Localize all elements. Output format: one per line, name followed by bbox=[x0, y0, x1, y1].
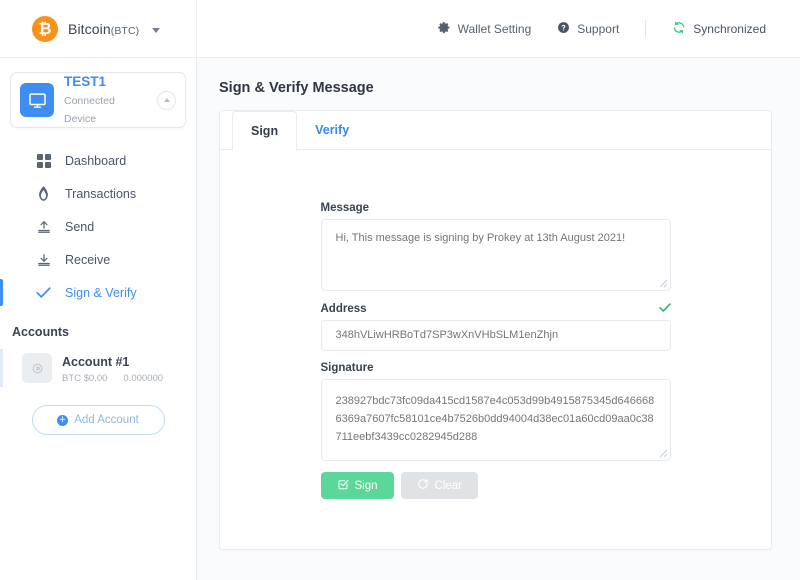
signature-label: Signature bbox=[320, 362, 374, 374]
brand-selector[interactable]: ₿ Bitcoin(BTC) bbox=[0, 0, 196, 58]
account-balance: BTC $0.00 0.000000 bbox=[62, 373, 163, 384]
brand-label: Bitcoin(BTC) bbox=[68, 21, 139, 37]
gear-icon bbox=[437, 21, 451, 37]
sidebar-item-transactions[interactable]: Transactions bbox=[0, 177, 196, 210]
add-account-button[interactable]: + Add Account bbox=[31, 405, 165, 435]
flame-icon bbox=[36, 186, 51, 201]
sidebar-item-sign-verify[interactable]: Sign & Verify bbox=[0, 276, 196, 309]
sync-status[interactable]: Synchronized bbox=[672, 21, 766, 37]
support-button[interactable]: Support bbox=[557, 21, 619, 37]
message-input-wrap bbox=[320, 219, 671, 291]
message-label: Message bbox=[320, 202, 370, 214]
plus-icon: + bbox=[57, 414, 69, 426]
address-label-row: Address bbox=[321, 302, 671, 315]
page-title: Sign & Verify Message bbox=[219, 80, 374, 96]
chevron-down-icon[interactable] bbox=[152, 27, 161, 33]
brand-coin-ticker: (BTC) bbox=[110, 24, 140, 37]
message-label-row: Message bbox=[321, 202, 671, 214]
tab-sign[interactable]: Sign bbox=[232, 111, 298, 151]
upload-icon bbox=[36, 220, 51, 234]
help-circle-icon bbox=[557, 21, 570, 37]
signature-field-group: Signature bbox=[320, 362, 671, 461]
sidebar-item-label: Sign & Verify bbox=[65, 285, 137, 300]
content-area: Sign & Verify Message Sign Verify Messag… bbox=[197, 58, 800, 580]
signature-input[interactable] bbox=[320, 379, 671, 461]
account-list-item[interactable]: Account #1 BTC $0.00 0.000000 bbox=[0, 349, 196, 387]
sync-status-label: Synchronized bbox=[693, 21, 766, 36]
account-avatar-icon bbox=[22, 353, 52, 383]
form-actions: Sign Clear bbox=[320, 472, 671, 499]
sidebar-item-receive[interactable]: Receive bbox=[0, 243, 196, 276]
topbar-divider bbox=[645, 20, 647, 37]
connected-device-card[interactable]: TEST1 Connected Device bbox=[10, 72, 186, 128]
accounts-heading: Accounts bbox=[12, 325, 69, 339]
sidebar-item-label: Transactions bbox=[65, 186, 137, 201]
monitor-icon bbox=[20, 83, 54, 117]
device-status: Connected Device bbox=[64, 95, 115, 125]
message-field-group: Message bbox=[320, 202, 671, 291]
tab-bar: Sign Verify bbox=[220, 111, 771, 151]
sidebar-nav: Dashboard Transactions Send Receive Sign… bbox=[0, 144, 196, 309]
sidebar-item-dashboard[interactable]: Dashboard bbox=[0, 144, 196, 177]
grid-icon bbox=[36, 153, 51, 168]
account-name: Account #1 bbox=[62, 354, 130, 369]
topbar: Wallet Setting Support Synchronized bbox=[197, 0, 800, 58]
main-area: Wallet Setting Support Synchronized Sign… bbox=[197, 0, 800, 580]
address-valid-check-icon bbox=[658, 302, 671, 315]
device-meta: TEST1 Connected Device bbox=[64, 73, 147, 127]
account-meta: Account #1 BTC $0.00 0.000000 bbox=[62, 353, 163, 384]
check-icon bbox=[36, 286, 51, 299]
clear-button[interactable]: Clear bbox=[400, 472, 479, 499]
device-collapse-button[interactable] bbox=[157, 90, 176, 110]
sidebar-item-label: Dashboard bbox=[65, 153, 127, 168]
wallet-setting-button[interactable]: Wallet Setting bbox=[437, 21, 532, 37]
brand-coin-name: Bitcoin bbox=[68, 20, 111, 37]
device-name: TEST1 bbox=[64, 74, 107, 89]
sidebar: ₿ Bitcoin(BTC) TEST1 Connected Device Da… bbox=[0, 0, 197, 580]
sidebar-item-send[interactable]: Send bbox=[0, 210, 196, 243]
wallet-setting-label: Wallet Setting bbox=[457, 21, 532, 36]
sidebar-item-label: Send bbox=[65, 219, 95, 234]
address-field-group: Address bbox=[320, 302, 671, 351]
clear-button-label: Clear bbox=[434, 479, 463, 492]
app-window: ₿ Bitcoin(BTC) TEST1 Connected Device Da… bbox=[0, 0, 800, 580]
signature-input-wrap bbox=[320, 379, 671, 461]
chevron-up-icon bbox=[163, 98, 170, 102]
address-label: Address bbox=[320, 302, 367, 315]
address-input[interactable] bbox=[320, 320, 671, 351]
sign-button[interactable]: Sign bbox=[320, 472, 394, 499]
check-square-icon bbox=[337, 478, 349, 493]
sync-icon bbox=[672, 21, 686, 37]
bitcoin-logo-icon: ₿ bbox=[32, 15, 58, 42]
signature-label-row: Signature bbox=[321, 362, 671, 374]
add-account-label: Add Account bbox=[74, 414, 139, 426]
sidebar-item-label: Receive bbox=[65, 252, 111, 267]
tab-verify[interactable]: Verify bbox=[297, 111, 367, 150]
account-coin-balance: 0.000000 bbox=[123, 372, 164, 384]
sign-button-label: Sign bbox=[354, 479, 378, 492]
support-label: Support bbox=[577, 21, 620, 36]
download-icon bbox=[36, 253, 51, 267]
account-fiat-balance: BTC $0.00 bbox=[62, 372, 108, 384]
sign-form: Message Address bbox=[220, 150, 771, 499]
sign-verify-card: Sign Verify Message Hi, This message is … bbox=[219, 110, 772, 550]
message-input[interactable] bbox=[320, 219, 671, 291]
refresh-icon bbox=[417, 478, 429, 493]
